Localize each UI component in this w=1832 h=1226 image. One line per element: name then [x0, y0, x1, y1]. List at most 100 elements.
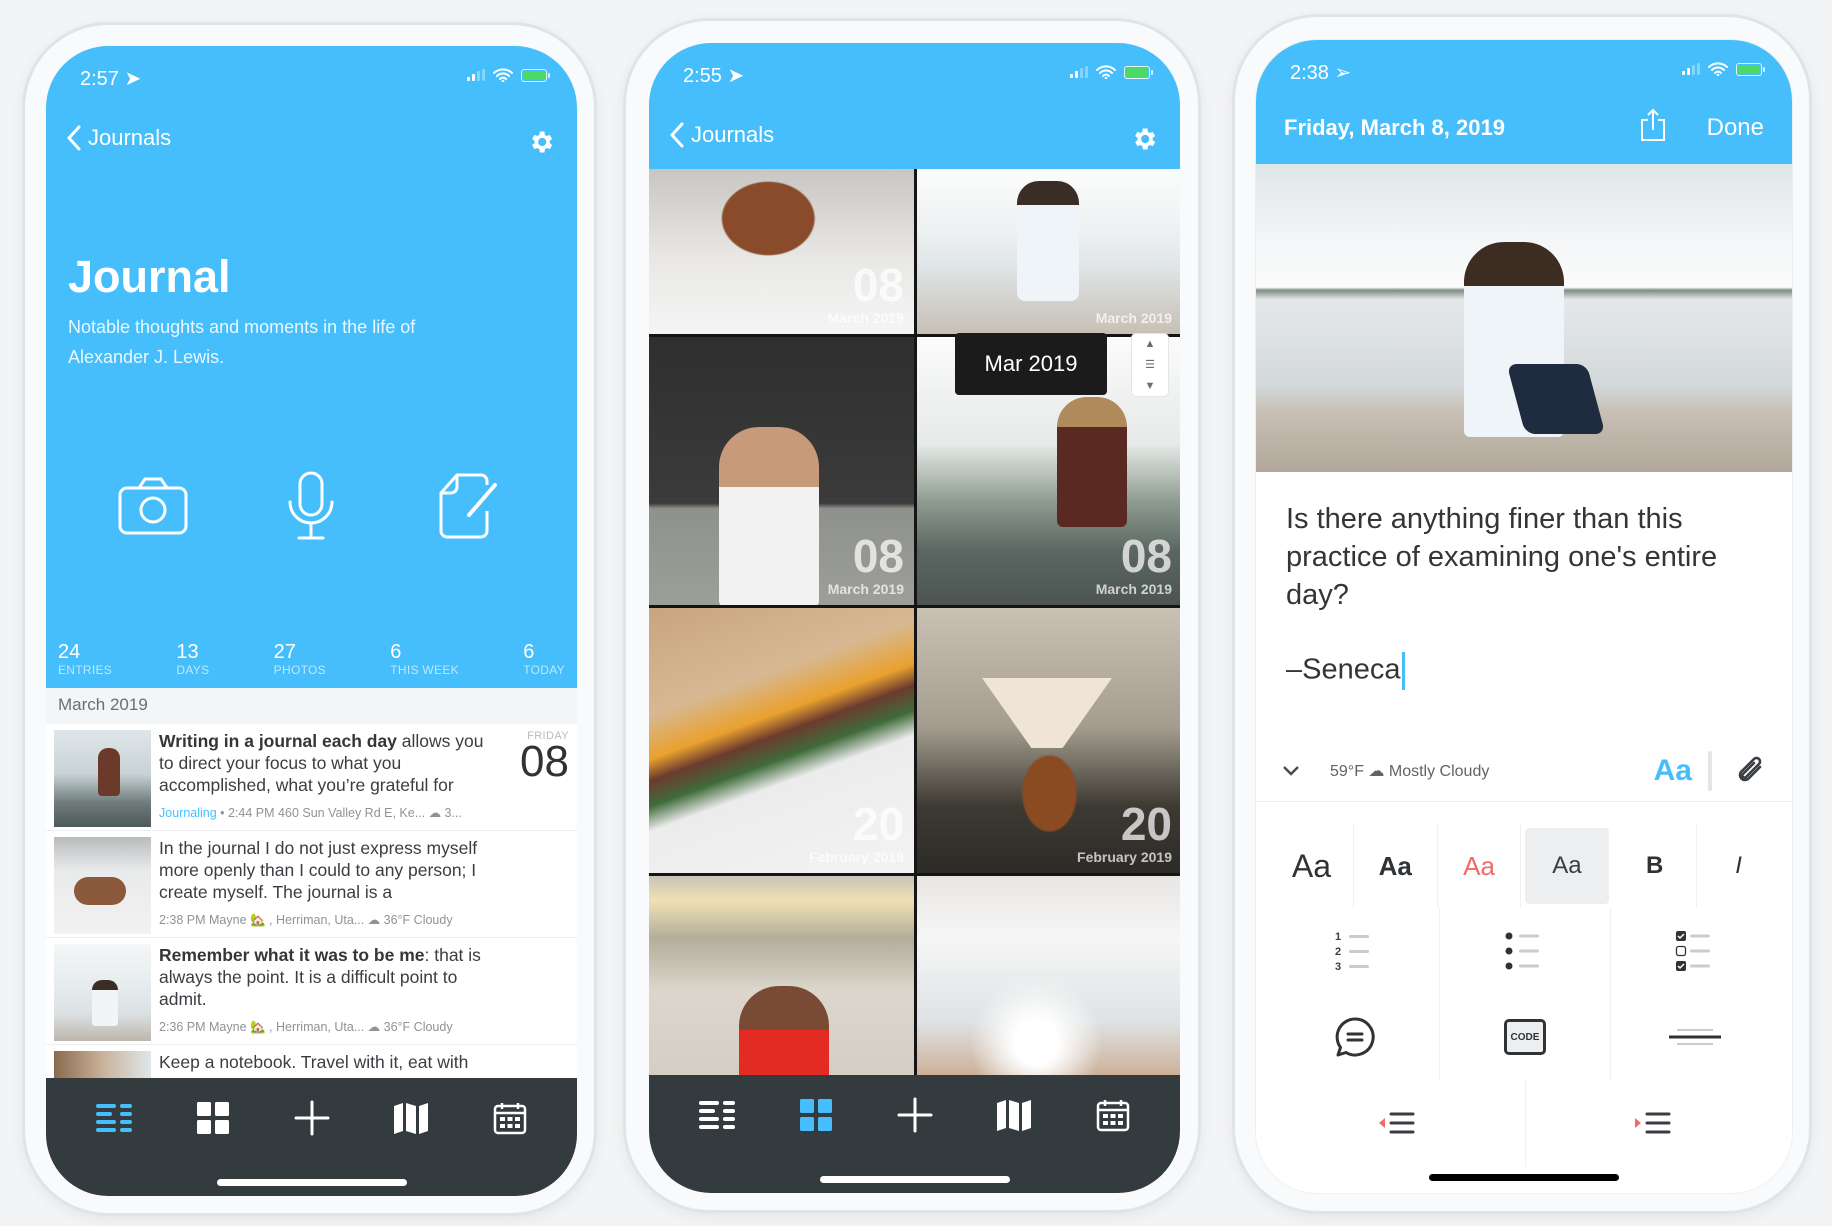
photo-cell[interactable]: [649, 876, 914, 1084]
phone-journal-list: 2:57 ➤ Journals Journal Notable thoughts…: [22, 22, 597, 1216]
photo-cell[interactable]: 20 February 2019: [649, 608, 914, 873]
tab-list[interactable]: [92, 1098, 136, 1138]
grid-view-icon: [196, 1102, 229, 1134]
weather-label: 59°F ☁ Mostly Cloudy: [1330, 762, 1490, 780]
tab-calendar[interactable]: [1091, 1095, 1135, 1135]
entry-date-title: Friday, March 8, 2019: [1284, 115, 1505, 140]
home-indicator: [216, 1179, 407, 1186]
gear-icon[interactable]: [1130, 125, 1158, 153]
photo-grid: 08 March 2019 March 2019 08 March 2019 08 M…: [649, 169, 1180, 1084]
entry-photo[interactable]: [1256, 164, 1792, 472]
gear-icon[interactable]: [527, 128, 555, 156]
tab-grid[interactable]: [794, 1095, 838, 1135]
new-entry-button[interactable]: [430, 466, 510, 546]
microphone-icon: [288, 471, 334, 540]
entry-tag[interactable]: Journaling: [159, 806, 217, 820]
journal-title: Journal: [68, 251, 231, 302]
chevron-down-icon[interactable]: [1282, 765, 1300, 777]
calendar-icon: [1096, 1100, 1129, 1132]
signal-icon: [467, 69, 485, 81]
quote-button[interactable]: [1270, 994, 1441, 1080]
tab-add[interactable]: [893, 1095, 937, 1135]
tab-calendar[interactable]: [488, 1098, 532, 1138]
grip-icon: ☰: [1145, 359, 1155, 372]
camera-button[interactable]: [113, 466, 193, 546]
back-button[interactable]: Journals: [66, 124, 171, 152]
style-highlight[interactable]: Aa: [1438, 824, 1522, 908]
tab-grid[interactable]: [191, 1098, 235, 1138]
style-body[interactable]: Aa: [1270, 824, 1354, 908]
entry-meta: Journaling • 2:44 PM 460 Sun Valley Rd E…: [159, 806, 462, 820]
indent-icon: [1634, 1112, 1671, 1134]
horizontal-rule-icon: [1669, 1029, 1722, 1045]
status-bar: 2:38 ➢: [1256, 40, 1792, 100]
list-view-icon: [95, 1104, 132, 1132]
wifi-icon: [493, 68, 513, 82]
entry-meta: 2:38 PM Mayne 🏡 , Herriman, Uta... ☁ 36°…: [159, 913, 453, 927]
tab-list[interactable]: [695, 1095, 739, 1135]
list-item[interactable]: Writing in a journal each day allows you…: [46, 724, 577, 831]
photo-cell[interactable]: 08 March 2019: [649, 337, 914, 605]
horizontal-rule-button[interactable]: [1611, 994, 1780, 1080]
list-item[interactable]: In the journal I do not just express mys…: [46, 831, 577, 938]
code-icon: CODE: [1503, 1019, 1546, 1055]
bulleted-list-button[interactable]: [1440, 908, 1611, 994]
phone-entry-editor: 2:38 ➢ Friday, March 8, 2019 Done Is the…: [1232, 14, 1812, 1214]
bold-button[interactable]: B: [1613, 824, 1698, 908]
style-light[interactable]: Aa: [1525, 828, 1610, 904]
list-item[interactable]: Remember what it was to be me: that is a…: [46, 938, 577, 1045]
quick-actions: [46, 466, 577, 546]
svg-text:3: 3: [1335, 961, 1341, 972]
signal-icon: [1682, 63, 1700, 75]
done-button[interactable]: Done: [1707, 114, 1764, 142]
tab-map[interactable]: [992, 1095, 1036, 1135]
entry-body[interactable]: Is there anything finer than this practi…: [1286, 500, 1756, 614]
status-icons: [467, 68, 550, 82]
photo-cell[interactable]: 20 February 2019: [917, 608, 1180, 873]
italic-button[interactable]: I: [1697, 824, 1780, 908]
nav-bar: Journals: [649, 103, 1180, 169]
plus-icon: [294, 1100, 329, 1136]
outdent-button[interactable]: [1270, 1080, 1526, 1166]
back-label: Journals: [88, 125, 172, 150]
code-button[interactable]: CODE: [1440, 994, 1611, 1080]
share-icon[interactable]: [1640, 108, 1666, 142]
wifi-icon: [1096, 65, 1116, 79]
phone-media-grid: 2:55 ➤ Journals 08 March 2019 March 2019…: [623, 18, 1201, 1213]
quote-icon: [1335, 1017, 1375, 1057]
checklist-button[interactable]: [1611, 908, 1780, 994]
entry-thumbnail: [54, 837, 151, 934]
wifi-icon: [1708, 62, 1728, 76]
entry-meta: 2:36 PM Mayne 🏡 , Herriman, Uta... ☁ 36°…: [159, 1020, 453, 1034]
entry-signature[interactable]: –Seneca: [1286, 652, 1405, 690]
style-heading[interactable]: Aa: [1354, 824, 1438, 908]
divider: [1708, 750, 1712, 791]
audio-button[interactable]: [271, 466, 351, 546]
entry-thumbnail: [54, 944, 151, 1041]
grid-view-icon: [799, 1099, 832, 1131]
entry-meta-bar: 59°F ☁ Mostly Cloudy Aa: [1256, 740, 1792, 802]
outdent-icon: [1379, 1112, 1415, 1134]
stat-this-week: 6 THIS WEEK: [390, 641, 459, 677]
chevron-left-icon: [66, 125, 81, 151]
format-row-styles: Aa Aa Aa Aa B I: [1270, 824, 1780, 908]
back-button[interactable]: Journals: [669, 121, 774, 149]
text-cursor: [1401, 652, 1405, 690]
list-view-icon: [698, 1101, 735, 1129]
tab-add[interactable]: [290, 1098, 334, 1138]
paperclip-icon[interactable]: [1736, 755, 1766, 787]
indent-button[interactable]: [1526, 1080, 1781, 1166]
fast-scroll-handle[interactable]: ▲ ☰ ▼: [1131, 333, 1169, 397]
format-row-blocks: CODE: [1270, 994, 1780, 1080]
photo-cell[interactable]: March 2019: [917, 169, 1180, 334]
svg-text:2: 2: [1335, 946, 1341, 958]
photo-cell[interactable]: 08 March 2019: [649, 169, 914, 334]
tab-map[interactable]: [389, 1098, 433, 1138]
format-row-indent: [1270, 1080, 1780, 1166]
text-style-button[interactable]: Aa: [1654, 754, 1692, 788]
journal-subtitle: Notable thoughts and moments in the life…: [68, 317, 416, 367]
svg-text:1: 1: [1335, 931, 1341, 943]
entry-text: Writing in a journal each day allows you…: [159, 730, 507, 824]
photo-cell[interactable]: [917, 876, 1180, 1084]
numbered-list-button[interactable]: 1 2 3: [1270, 908, 1441, 994]
